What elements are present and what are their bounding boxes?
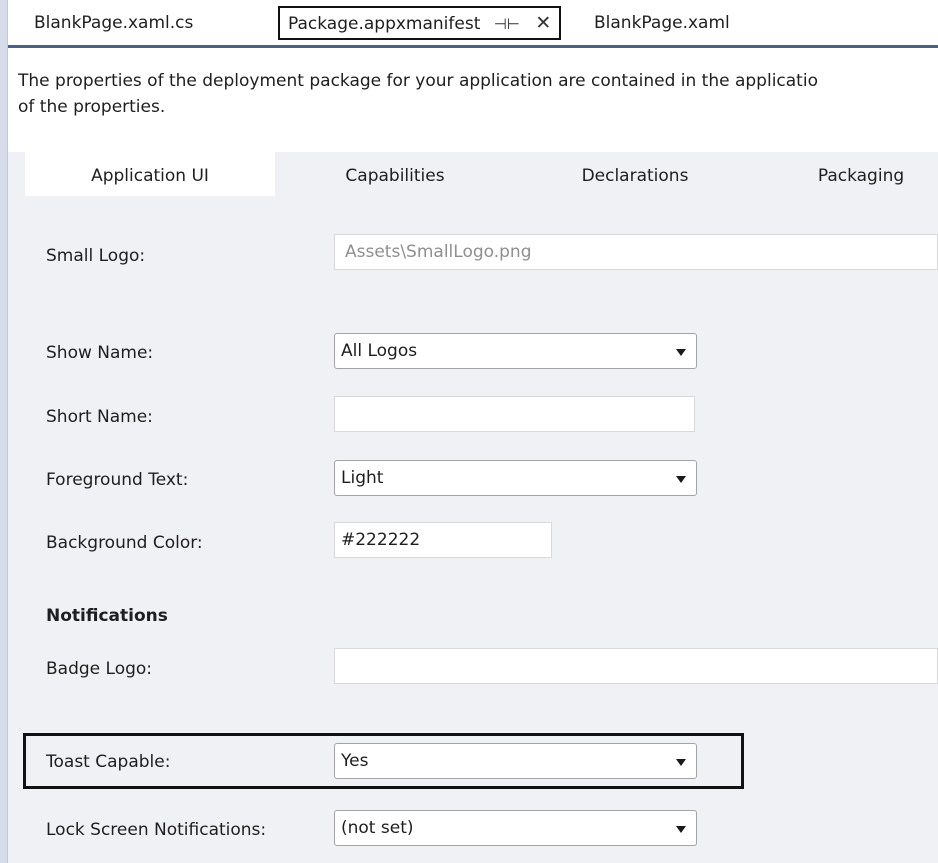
tab-application-ui[interactable]: Application UI <box>25 152 275 196</box>
manifest-property-tabs: Application UI Capabilities Declarations… <box>8 152 938 196</box>
toast-capable-value: Yes <box>341 751 369 771</box>
close-icon[interactable]: ✕ <box>535 8 551 38</box>
lock-screen-notifications-label: Lock Screen Notifications: <box>46 820 267 840</box>
document-tab-strip: BlankPage.xaml.cs Package.appxmanifest ⊣… <box>8 0 938 48</box>
tab-packaging[interactable]: Packaging <box>755 152 938 196</box>
dropdown-arrow-icon <box>676 826 686 833</box>
tab-declarations[interactable]: Declarations <box>515 152 755 196</box>
badge-logo-field[interactable] <box>334 648 938 684</box>
notifications-heading: Notifications <box>46 606 168 626</box>
short-name-label: Short Name: <box>46 407 153 427</box>
tab-label: Package.appxmanifest <box>288 14 481 34</box>
dropdown-arrow-icon <box>676 349 686 356</box>
foreground-text-value: Light <box>341 468 384 488</box>
small-logo-field[interactable]: Assets\SmallLogo.png <box>334 234 938 270</box>
lock-screen-notifications-dropdown[interactable]: (not set) <box>334 810 697 846</box>
background-color-field[interactable]: #222222 <box>334 522 552 558</box>
tab-capabilities[interactable]: Capabilities <box>275 152 515 196</box>
foreground-text-dropdown[interactable]: Light <box>334 460 697 496</box>
description-line-1: The properties of the deployment package… <box>18 71 818 91</box>
left-window-edge <box>0 0 8 863</box>
application-ui-panel: Small Logo: Assets\SmallLogo.png Show Na… <box>8 196 938 863</box>
short-name-field[interactable] <box>334 396 695 432</box>
toast-capable-label: Toast Capable: <box>46 752 171 772</box>
description-line-2: of the properties. <box>18 97 166 117</box>
show-name-dropdown[interactable]: All Logos <box>334 333 697 369</box>
pin-icon[interactable]: ⊣⊢ <box>494 9 520 39</box>
dropdown-arrow-icon <box>676 759 686 766</box>
toast-capable-dropdown[interactable]: Yes <box>334 743 697 779</box>
show-name-value: All Logos <box>341 341 418 361</box>
tab-package-appxmanifest[interactable]: Package.appxmanifest ⊣⊢ ✕ <box>278 6 562 40</box>
tab-label: BlankPage.xaml.cs <box>34 13 194 33</box>
lock-screen-notifications-value: (not set) <box>341 818 414 838</box>
tab-label: BlankPage.xaml <box>594 13 730 33</box>
tab-blankpage-xaml-cs[interactable]: BlankPage.xaml.cs <box>28 8 199 38</box>
dropdown-arrow-icon <box>676 476 686 483</box>
small-logo-label: Small Logo: <box>46 246 146 266</box>
show-name-label: Show Name: <box>46 343 154 363</box>
foreground-text-label: Foreground Text: <box>46 470 189 490</box>
tab-blankpage-xaml[interactable]: BlankPage.xaml <box>588 8 736 38</box>
manifest-description: The properties of the deployment package… <box>18 68 938 120</box>
background-color-label: Background Color: <box>46 533 203 553</box>
badge-logo-label: Badge Logo: <box>46 659 153 679</box>
